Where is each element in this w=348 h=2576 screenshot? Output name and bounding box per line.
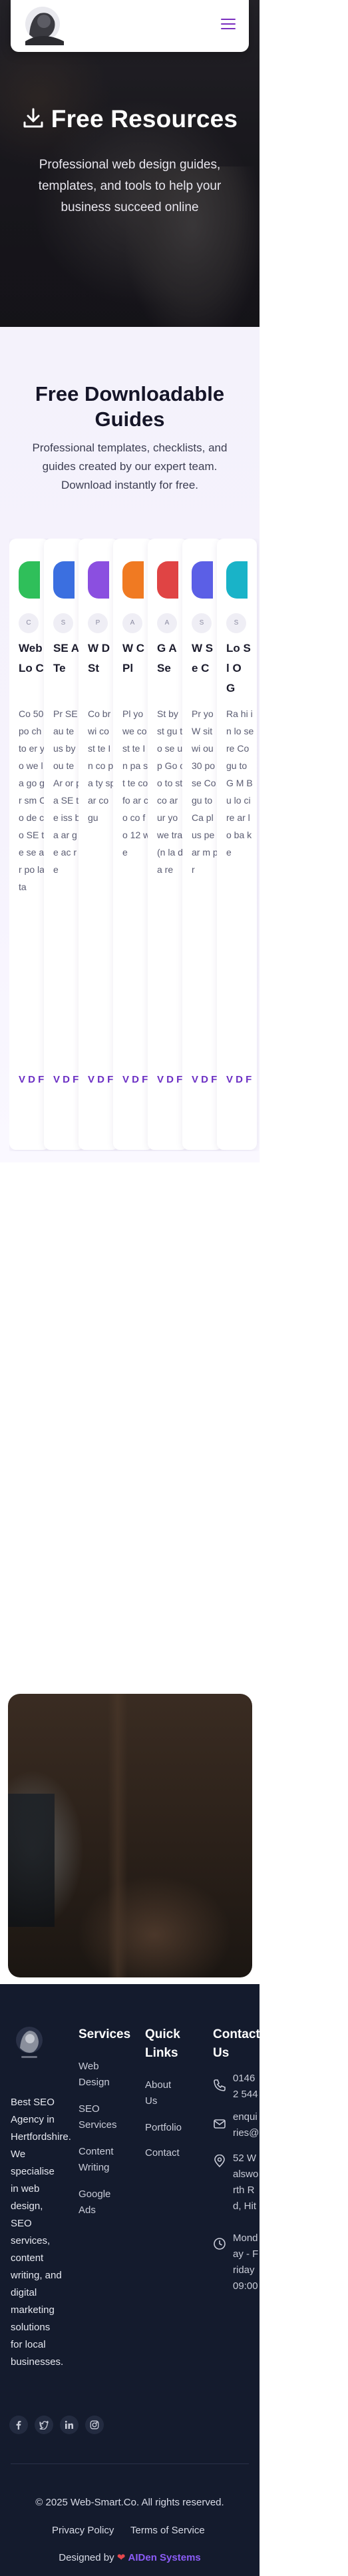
guides-section: Free Downloadable Guides Professional te… bbox=[0, 327, 260, 1162]
footer-link-about[interactable]: About Us bbox=[145, 2077, 178, 2109]
footer-link-contact[interactable]: Contact bbox=[145, 2145, 192, 2161]
copyright-text: © 2025 Web-Smart.Co. All rights reserved… bbox=[35, 2497, 224, 2508]
site-header bbox=[11, 0, 249, 52]
guide-card-description: St by st gu to se up Go co to st co ar u… bbox=[157, 708, 185, 875]
heart-icon: ❤ bbox=[116, 2552, 126, 2563]
guide-card-category-badge: P bbox=[88, 613, 108, 633]
guide-card-category-badge: S bbox=[53, 613, 73, 633]
footer-divider bbox=[11, 2463, 249, 2464]
mail-icon bbox=[213, 2117, 226, 2131]
footer-contact-title: Contact Us bbox=[213, 2027, 260, 2060]
hero-section: Free Resources Professional web design g… bbox=[0, 0, 260, 327]
guide-card-accent bbox=[122, 561, 144, 599]
guide-card-title: W D St bbox=[88, 642, 110, 674]
facebook-icon[interactable] bbox=[9, 2416, 28, 2434]
privacy-policy-link[interactable]: Privacy Policy bbox=[52, 2525, 114, 2536]
guide-card-category-badge: A bbox=[122, 613, 142, 633]
guide-cards-carousel[interactable]: C Web Lo C Co 50 po ch to er yo we la go… bbox=[9, 539, 260, 1151]
guide-card-download-link[interactable]: V D F bbox=[157, 1071, 184, 1125]
footer-logo[interactable] bbox=[12, 2024, 47, 2061]
footer-link-content-writing[interactable]: Content Writing bbox=[79, 2144, 118, 2176]
terms-of-service-link[interactable]: Terms of Service bbox=[130, 2525, 205, 2536]
guides-title: Free Downloadable Guides bbox=[35, 382, 225, 431]
guide-card-accent bbox=[19, 561, 40, 599]
footer-opening-hours: Monday - Friday 09:00 - 18:00 bbox=[233, 2232, 259, 2292]
guide-card-description: Pr SE au te us by ou te Ar or pa SE te i… bbox=[53, 708, 81, 875]
guides-subtitle: Professional templates, checklists, and … bbox=[32, 441, 228, 491]
guide-card-description: Pl yo we co st te In pa st te co fo ar c… bbox=[122, 708, 150, 858]
site-logo[interactable] bbox=[20, 4, 69, 45]
twitter-icon[interactable] bbox=[35, 2416, 53, 2434]
instagram-icon[interactable] bbox=[85, 2416, 104, 2434]
download-icon bbox=[22, 107, 45, 135]
guide-card-title: G A Se bbox=[157, 642, 176, 674]
guide-card-accent bbox=[53, 561, 75, 599]
guide-card-download-link[interactable]: V D F bbox=[53, 1071, 80, 1125]
guide-card[interactable]: P W D St Co br wi co st te In co pa ty s… bbox=[79, 539, 118, 1150]
guide-card[interactable]: S Lo Sl O G Ra hi in lo se re Co gu to G… bbox=[217, 539, 257, 1150]
guide-card-download-link[interactable]: V D F bbox=[226, 1071, 253, 1125]
guide-card-download-link[interactable]: V D F bbox=[122, 1071, 149, 1125]
designer-brand-link[interactable]: AIDen Systems bbox=[128, 2552, 201, 2563]
guide-card-download-link[interactable]: V D F bbox=[88, 1071, 114, 1125]
guide-card-description: Pr yo W sit wi ou 30 po se Co gu to Ca p… bbox=[192, 708, 218, 875]
menu-line-icon bbox=[221, 19, 236, 20]
office-desk-photo bbox=[8, 1694, 252, 1977]
guide-card-description: Co 50 po ch to er yo we la go gr sm Co d… bbox=[19, 708, 47, 892]
menu-line-icon bbox=[221, 23, 236, 25]
designed-by-credit: Designed by ❤ AIDen Systems bbox=[0, 2551, 260, 2563]
guide-card-title: SE A Te bbox=[53, 642, 79, 674]
footer-link-seo-services[interactable]: SEO Services bbox=[79, 2101, 118, 2133]
guide-card-download-link[interactable]: V D F bbox=[192, 1071, 218, 1125]
site-footer: Best SEO Agency in Hertfordshire. We spe… bbox=[0, 1984, 260, 2576]
guide-card-accent bbox=[226, 561, 248, 599]
footer-phone-link[interactable]: 01462 544738 bbox=[233, 2071, 260, 2103]
guide-card-category-badge: C bbox=[19, 613, 39, 633]
guide-card-title: Lo Sl O G bbox=[226, 642, 251, 694]
footer-link-web-design[interactable]: Web Design bbox=[79, 2059, 118, 2091]
menu-line-icon bbox=[221, 28, 236, 29]
guide-card[interactable]: A W C Pl Pl yo we co st te In pa st te c… bbox=[113, 539, 153, 1150]
footer-address: 52 Walsworth Rd, Hitchin, Hertfordshire,… bbox=[233, 2153, 259, 2217]
hero-subtitle: Professional web design guides, template… bbox=[38, 158, 222, 214]
designed-by-label: Designed by bbox=[59, 2552, 114, 2563]
footer-quicklinks-title: Quick Links bbox=[145, 2027, 180, 2060]
guide-card-category-badge: A bbox=[157, 613, 177, 633]
phone-icon bbox=[213, 2079, 226, 2092]
footer-services-title: Services bbox=[79, 2027, 131, 2041]
guide-card-title: W C Pl bbox=[122, 642, 145, 674]
hero-title: Free Resources bbox=[0, 105, 260, 135]
guide-card[interactable]: A G A Se St by st gu to se up Go co to s… bbox=[148, 539, 188, 1150]
footer-about-text: Best SEO Agency in Hertfordshire. We spe… bbox=[11, 2097, 71, 2368]
guide-card[interactable]: S SE A Te Pr SE au te us by ou te Ar or … bbox=[44, 539, 84, 1150]
location-pin-icon bbox=[213, 2154, 226, 2168]
footer-link-portfolio[interactable]: Portfolio bbox=[145, 2120, 192, 2136]
guide-card-accent bbox=[157, 561, 178, 599]
linkedin-icon[interactable] bbox=[60, 2416, 79, 2434]
footer-link-google-ads[interactable]: Google Ads bbox=[79, 2187, 118, 2218]
hero-title-text: Free Resources bbox=[51, 105, 238, 132]
guide-card[interactable]: C Web Lo C Co 50 po ch to er yo we la go… bbox=[9, 539, 49, 1150]
guide-card-description: Co br wi co st te In co pa ty sp ar co g… bbox=[88, 708, 116, 823]
guide-card-download-link[interactable]: V D F bbox=[19, 1071, 45, 1125]
guide-card-accent bbox=[192, 561, 213, 599]
guide-card[interactable]: S W Se C Pr yo W sit wi ou 30 po se Co g… bbox=[182, 539, 222, 1150]
guide-card-title: W Se C bbox=[192, 642, 214, 674]
guide-card-description: Ra hi in lo se re Co gu to G M Bu lo ci … bbox=[226, 708, 254, 858]
guide-card-title: Web Lo C bbox=[19, 642, 44, 674]
guide-card-category-badge: S bbox=[226, 613, 246, 633]
guide-card-accent bbox=[88, 561, 109, 599]
guide-card-category-badge: S bbox=[192, 613, 212, 633]
hamburger-menu-button[interactable] bbox=[221, 19, 236, 31]
footer-email-link[interactable]: enquiries@web-smart.co bbox=[233, 2109, 260, 2141]
clock-icon bbox=[213, 2237, 226, 2250]
